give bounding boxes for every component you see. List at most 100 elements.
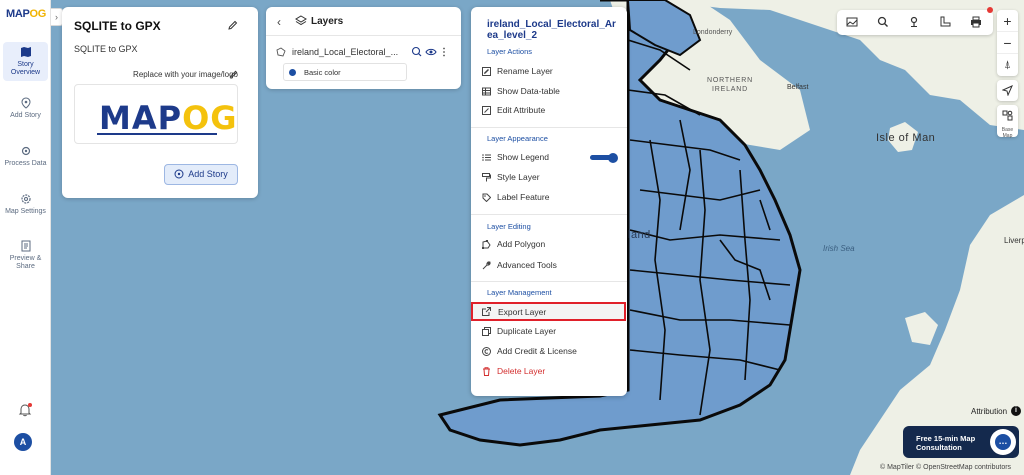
map-label-irish-sea: Irish Sea — [823, 244, 855, 253]
story-image[interactable]: MAPOG — [74, 84, 238, 144]
notification-dot — [28, 403, 32, 407]
delete-layer-item[interactable]: Delete Layer — [472, 362, 626, 381]
edit-attribute-icon — [482, 106, 491, 115]
add-story-button[interactable]: Add Story — [164, 164, 238, 185]
search-icon[interactable] — [877, 16, 889, 28]
color-swatch — [289, 69, 296, 76]
story-subtitle: SQLITE to GPX — [74, 44, 138, 54]
nav-preview-share[interactable]: Preview & Share — [3, 236, 48, 275]
eye-visibility-icon[interactable] — [425, 48, 437, 56]
print-icon[interactable] — [970, 16, 982, 28]
story-title: SQLITE to GPX — [74, 19, 161, 33]
attribution-label[interactable]: Attribution — [971, 407, 1007, 416]
menu-separator — [471, 127, 627, 128]
process-gear-icon — [21, 146, 30, 156]
layer-tools — [411, 46, 445, 57]
info-icon[interactable]: i — [1011, 406, 1021, 416]
section-layer-editing: Layer Editing — [487, 222, 531, 231]
section-layer-actions: Layer Actions — [487, 47, 533, 56]
trash-icon — [483, 367, 490, 376]
story-logo: MAPOG — [99, 99, 238, 137]
back-chevron-icon[interactable]: ‹ — [277, 15, 281, 29]
list-icon — [482, 154, 491, 161]
map-icon — [20, 47, 31, 57]
chat-bubble-icon: … — [995, 434, 1011, 450]
map-image-icon[interactable] — [846, 16, 858, 28]
edit-title-pencil-icon[interactable] — [227, 20, 238, 31]
chat-button[interactable]: … — [990, 429, 1016, 455]
rename-pencil-icon — [482, 67, 491, 76]
zoom-in-button[interactable]: + — [997, 10, 1018, 32]
locate-me-button[interactable] — [997, 80, 1018, 101]
toolbar-notification-dot — [987, 7, 993, 13]
edit-attribute-item[interactable]: Edit Attribute — [472, 101, 626, 120]
zoom-controls: + − ⍋ — [997, 10, 1018, 76]
replace-image-label[interactable]: Replace with your image/logo — [133, 70, 238, 79]
style-layer-item[interactable]: Style Layer — [472, 168, 626, 187]
nav-label: Process Data — [4, 160, 47, 167]
layers-title: Layers — [311, 16, 344, 27]
show-legend-toggle[interactable] — [590, 153, 618, 163]
basic-color-label: Basic color — [304, 68, 341, 77]
menu-separator — [471, 281, 627, 282]
tag-icon — [482, 193, 491, 202]
story-panel: SQLITE to GPX SQLITE to GPX Replace with… — [62, 7, 258, 198]
basemap-icon — [1002, 110, 1013, 121]
replace-image-pencil-icon[interactable] — [229, 70, 238, 79]
zoom-out-button[interactable]: − — [997, 32, 1018, 54]
add-credit-license-item[interactable]: Add Credit & License — [472, 342, 626, 361]
avatar[interactable]: A — [14, 433, 32, 451]
layers-header: ‹ Layers — [266, 7, 461, 36]
left-sidebar: MAPOG Story Overview Add Story Process D… — [0, 0, 51, 475]
nav-label: Story Overview — [10, 61, 41, 76]
location-marker-icon[interactable] — [908, 16, 920, 28]
free-consultation-banner[interactable]: Free 15-min Map Consultation … — [903, 426, 1019, 458]
rename-layer-item[interactable]: Rename Layer — [472, 62, 626, 81]
duplicate-icon — [482, 327, 491, 336]
map-label-liverp: Liverp — [1004, 236, 1024, 245]
layer-name[interactable]: ireland_Local_Electoral_... — [292, 47, 398, 57]
label-feature-item[interactable]: Label Feature — [472, 188, 626, 207]
measure-ruler-icon[interactable] — [939, 16, 951, 28]
wrench-icon — [482, 261, 491, 270]
show-legend-item[interactable]: Show Legend — [472, 148, 626, 167]
nav-add-story[interactable]: Add Story — [3, 93, 48, 124]
mapog-logo[interactable]: MAPOG — [6, 8, 46, 20]
nav-label: Preview & Share — [9, 255, 42, 270]
logo-underline — [97, 133, 217, 135]
duplicate-layer-item[interactable]: Duplicate Layer — [472, 322, 626, 341]
export-layer-item[interactable]: Export Layer — [471, 302, 626, 321]
map-toolbar — [837, 10, 993, 35]
nav-story-overview[interactable]: Story Overview — [3, 42, 48, 81]
show-data-table-item[interactable]: Show Data-table — [472, 82, 626, 101]
notification-button[interactable] — [18, 403, 32, 417]
map-copyright[interactable]: © MapTiler © OpenStreetMap contributors — [880, 464, 1011, 471]
basic-color-style[interactable]: Basic color — [283, 63, 407, 81]
paint-roller-icon — [482, 173, 491, 182]
kebab-menu-icon[interactable] — [443, 47, 445, 57]
copyright-icon — [482, 347, 491, 356]
layers-stack-icon — [295, 15, 307, 26]
section-layer-appearance: Layer Appearance — [487, 134, 548, 143]
map-label-ireland-ni: IRELAND — [712, 86, 748, 93]
zoom-to-layer-icon[interactable] — [411, 46, 422, 57]
advanced-tools-item[interactable]: Advanced Tools — [472, 256, 626, 275]
nav-label: Map Settings — [5, 208, 46, 215]
nav-map-settings[interactable]: Map Settings — [3, 189, 48, 220]
layers-panel: ‹ Layers ireland_Local_Electoral_... Bas… — [266, 7, 461, 89]
section-layer-management: Layer Management — [487, 288, 552, 297]
add-polygon-item[interactable]: Add Polygon — [472, 235, 626, 254]
map-label-isle-of-man: Isle of Man — [876, 132, 936, 144]
base-map-label: Base Map — [1001, 127, 1014, 139]
add-story-label: Add Story — [188, 169, 228, 179]
polygon-layer-icon — [276, 47, 286, 57]
base-map-button[interactable]: Base Map — [997, 105, 1018, 139]
map-label-londonderry: Londonderry — [693, 29, 733, 36]
add-location-icon — [174, 169, 184, 179]
menu-layer-title: ireland_Local_Electoral_Area_level_2 — [487, 19, 616, 41]
compass-north-icon[interactable]: ⍋ — [997, 54, 1018, 76]
nav-process-data[interactable]: Process Data — [3, 141, 48, 172]
consultation-label: Free 15-min Map Consultation — [916, 434, 976, 452]
preview-icon — [21, 240, 30, 252]
location-pin-icon — [20, 97, 31, 109]
